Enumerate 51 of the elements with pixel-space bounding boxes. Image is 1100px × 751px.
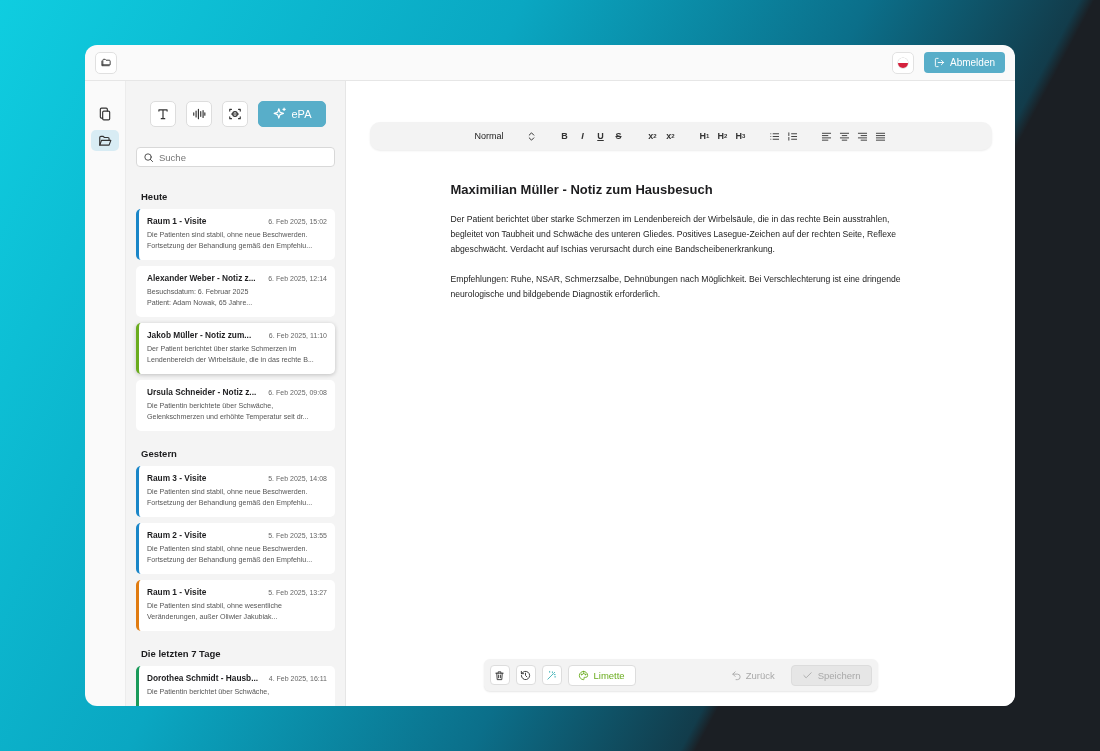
app-logo-icon[interactable]	[95, 51, 117, 74]
note-title: Raum 1 - Visite	[147, 587, 207, 597]
format-button[interactable]	[786, 129, 799, 143]
numbered-list-icon	[787, 130, 798, 142]
style-select[interactable]: Normal	[474, 130, 537, 142]
flag-icon	[897, 57, 908, 68]
language-flag-button[interactable]	[891, 51, 914, 74]
group-heading: Gestern	[141, 448, 178, 459]
align-justify-icon	[875, 130, 886, 142]
note-title: Raum 2 - Visite	[147, 530, 207, 540]
note-paragraph: Der Patient berichtet über starke Schmerzen im Lendenbereich der Wirbelsäule, die in das rechte Bein ausstrahlen, begleitet von Taubheit und Schwäche des unteren Gliedes. Positives Lasegue-Zeichen auf der rechten Seite, Reflexe abgeschwächt. Verdacht auf Ischias verursacht durch eine Bandscheibenerkrankung.	[450, 213, 898, 256]
sparkles-icon	[272, 107, 287, 121]
history-button[interactable]	[515, 665, 536, 685]
group-heading: Die letzten 7 Tage	[141, 648, 222, 659]
logout-icon	[933, 57, 945, 68]
format-button[interactable]: S	[612, 129, 625, 143]
magic-wand-icon	[546, 669, 557, 681]
note-title: Raum 3 - Visite	[147, 473, 207, 483]
folders-icon	[100, 57, 112, 68]
align-left-icon	[821, 130, 832, 142]
undo-icon	[730, 669, 742, 681]
note-title: Alexander Weber - Notiz z...	[147, 273, 256, 283]
format-button[interactable]: B	[558, 129, 571, 143]
format-button[interactable]: x$^{2}$	[664, 129, 677, 143]
note-title: Jakob Müller - Notiz zum...	[147, 330, 252, 340]
sidebar-item[interactable]	[91, 130, 119, 151]
bullet-list-icon	[769, 130, 780, 142]
mode-button[interactable]	[149, 101, 176, 127]
format-button[interactable]: U	[594, 129, 607, 143]
note-heading: Maximilian Müller - Notiz zum Hausbesuch	[450, 182, 714, 197]
search-field[interactable]: Suche	[136, 147, 335, 167]
align-center-icon	[839, 130, 850, 142]
mode-button[interactable]	[221, 101, 248, 127]
trash-icon	[494, 669, 505, 681]
note-paragraph: Empfehlungen: Ruhe, NSAR, Schmerzsalbe, Dehnübungen nach Möglichkeit. Bei Verschlechterung ist eine dringende neurologische und bildgebende Diagnostik erforderlich.	[450, 273, 902, 301]
folder-icon	[98, 133, 112, 148]
waveform-icon	[191, 107, 206, 121]
history-icon	[520, 669, 531, 681]
group-heading: Heute	[141, 191, 169, 202]
copy-icon	[98, 106, 112, 121]
note-title: Raum 1 - Visite	[147, 216, 207, 226]
align-right-icon	[857, 130, 868, 142]
mode-button[interactable]	[185, 101, 212, 127]
check-icon	[801, 669, 813, 681]
note-title: Dorothea Schmidt - Hausb...	[147, 673, 259, 683]
note-title: Ursula Schneider - Notiz z...	[147, 387, 257, 397]
trash-button[interactable]	[489, 665, 510, 685]
text-icon	[155, 107, 170, 121]
format-button[interactable]: I	[576, 129, 589, 143]
scan-icon	[227, 107, 242, 121]
palette-icon	[577, 669, 589, 681]
